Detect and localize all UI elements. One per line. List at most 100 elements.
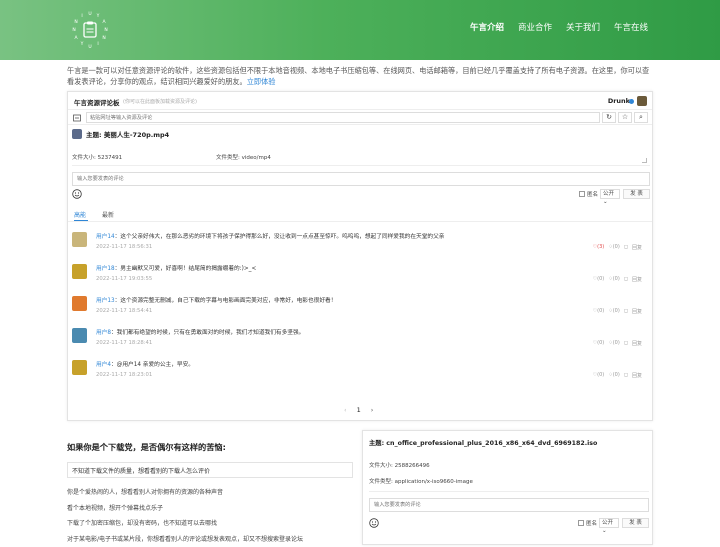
demo-resource-panel: 主题: cn_office_professional_plus_2016_x86… <box>362 430 653 545</box>
comment-user[interactable]: 用户8 <box>96 330 111 336</box>
panel-header: 午言资源评论板 (你可以在此面板加载资源及评论) Drunk <box>68 92 652 110</box>
avatar[interactable] <box>72 360 87 375</box>
anonymous-toggle[interactable]: 匿名 <box>579 190 598 198</box>
svg-text:I: I <box>97 41 98 47</box>
like-count: (0) <box>597 340 604 346</box>
chevron-down-icon: ⌄ <box>603 199 608 205</box>
comment-text: 用户13：这个资源完整无删减，自己下载的字幕与电影画面完美对应，非常好，电影也很… <box>96 295 336 304</box>
resource-comment-panel: 午言资源评论板 (你可以在此面板加载资源及评论) Drunk ↻ ☆ ⌕ 主题:… <box>67 91 653 421</box>
like-count: (0) <box>597 372 604 378</box>
comment-text: 用户14：这个父亲好伟大，在那么恶劣的环境下将孩子保护得那么好，没让收到一点点甚… <box>96 231 445 240</box>
comment-text: 用户4：@用户14 亲爱的公主，早安。 <box>96 359 194 368</box>
comment-icon: ◻ <box>624 308 628 315</box>
comment-body: ：男主幽默又可爱，好喜啊！结尾简的揭露绷着的:)>_< <box>115 266 257 272</box>
like-button[interactable]: ♡(0) <box>593 276 605 283</box>
like-button[interactable]: ♡(0) <box>593 340 605 347</box>
pain-points-title: 如果你是个下载党，是否偶尔有这样的苦恼: <box>67 441 226 453</box>
reply-button[interactable]: 回复 <box>632 372 642 379</box>
submit-button[interactable]: 发 表 <box>622 518 649 528</box>
tab-hot[interactable]: 高能 <box>74 210 86 219</box>
resource-topic: 主题: 美丽人生-720p.mp4 <box>72 129 169 139</box>
visibility-value: 公开 <box>603 191 614 197</box>
next-page-button[interactable]: › <box>371 406 374 414</box>
dislike-button[interactable]: ♢(0) <box>608 372 620 379</box>
dislike-button[interactable]: ♢(0) <box>608 276 620 283</box>
dislike-button[interactable]: ♢(0) <box>608 244 620 251</box>
avatar[interactable] <box>637 96 647 106</box>
divider <box>369 491 649 492</box>
anonymous-label: 匿名 <box>587 190 598 198</box>
submit-button[interactable]: 发 表 <box>623 189 650 199</box>
nav-item-business[interactable]: 商业合作 <box>518 21 552 33</box>
svg-text:A: A <box>74 35 78 41</box>
reply-button[interactable]: 回复 <box>632 244 642 251</box>
current-page[interactable]: 1 <box>357 406 361 414</box>
comment-body: ：这个父亲好伟大，在那么恶劣的环境下将孩子保护得那么好，没让收到一点点甚至惊吓。… <box>115 234 445 240</box>
dislike-button[interactable]: ♢(0) <box>608 308 620 315</box>
dislike-button[interactable]: ♢(0) <box>608 340 620 347</box>
tab-latest[interactable]: 最新 <box>102 210 114 219</box>
comment-icon: ◻ <box>624 372 628 379</box>
avatar[interactable] <box>72 264 87 279</box>
anonymous-toggle[interactable]: 匿名 <box>578 519 597 527</box>
panel-subtitle: (你可以在此面板加载资源及评论) <box>123 98 197 105</box>
avatar[interactable] <box>72 296 87 311</box>
dislike-count: (0) <box>613 372 620 378</box>
like-button[interactable]: ♡(3) <box>593 244 605 251</box>
avatar[interactable] <box>72 328 87 343</box>
avatar[interactable] <box>72 232 87 247</box>
list-item: 用户13：这个资源完整无删减，自己下载的字幕与电影画面完美对应，非常好，电影也很… <box>68 290 652 322</box>
comment-actions: ♡(0) ♢(0) ◻ 回复 <box>593 340 642 347</box>
prev-page-button[interactable]: ‹ <box>344 406 347 414</box>
like-count: (0) <box>597 308 604 314</box>
username[interactable]: Drunk <box>608 97 630 105</box>
comment-icon: ◻ <box>624 340 628 347</box>
reply-button[interactable]: 回复 <box>632 276 642 283</box>
nav-item-about[interactable]: 关于我们 <box>566 21 600 33</box>
comment-body: ：这个资源完整无删减，自己下载的字幕与电影画面完美对应，非常好，电影也很好看！ <box>115 298 337 304</box>
like-button[interactable]: ♡(0) <box>593 372 605 379</box>
list-item: 你是个爱热闹的人，想看看别人对你拥有的资源的各种声音 <box>67 485 357 501</box>
favorite-button[interactable]: ☆ <box>618 112 632 123</box>
visibility-select[interactable]: 公开 ⌄ <box>600 189 620 199</box>
panel-title: 午言资源评论板 <box>74 97 120 107</box>
comment-user[interactable]: 用户18 <box>96 266 115 272</box>
svg-text:N: N <box>72 27 75 33</box>
niuyan-logo[interactable]: U Y A N N I U Y A N N I <box>70 10 110 50</box>
reply-button[interactable]: 回复 <box>632 340 642 347</box>
dislike-count: (0) <box>613 308 620 314</box>
resource-search-input[interactable] <box>86 112 600 123</box>
resize-handle[interactable] <box>642 158 647 163</box>
comment-user[interactable]: 用户4 <box>96 362 111 368</box>
refresh-button[interactable]: ↻ <box>602 112 616 123</box>
svg-text:Y: Y <box>96 13 100 19</box>
comment-input[interactable] <box>369 498 649 512</box>
search-button[interactable]: ⌕ <box>634 112 648 123</box>
try-now-link[interactable]: 立即体验 <box>247 77 276 86</box>
svg-text:N: N <box>74 19 77 25</box>
comment-user[interactable]: 用户14 <box>96 234 115 240</box>
svg-text:U: U <box>88 11 91 17</box>
list-item: 下载了个加密压缩包，却没有密码，也不知道可以去哪找 <box>67 516 357 532</box>
comment-tabs: 高能 最新 <box>68 206 652 222</box>
reply-button[interactable]: 回复 <box>632 308 642 315</box>
list-item: 对于某电影/电子书或某片段，你想看看别人的评论或想发表观点，却又不想搜索登录论坛 <box>67 532 357 547</box>
svg-text:Y: Y <box>80 41 84 47</box>
comment-user[interactable]: 用户13 <box>96 298 115 304</box>
svg-text:A: A <box>102 19 106 25</box>
header-banner: U Y A N N I U Y A N N I 午言介绍 商业合作 关于我们 午… <box>0 0 720 60</box>
emoji-icon[interactable] <box>369 518 379 528</box>
like-button[interactable]: ♡(0) <box>593 308 605 315</box>
nav-item-intro[interactable]: 午言介绍 <box>470 21 504 33</box>
visibility-select[interactable]: 公开 ⌄ <box>599 518 619 528</box>
nav-item-online[interactable]: 午言在线 <box>614 21 648 33</box>
comment-input[interactable] <box>72 172 650 186</box>
anonymous-checkbox[interactable] <box>579 191 585 197</box>
dislike-count: (0) <box>613 276 620 282</box>
intro-paragraph: 午言是一款可以对任意资源评论的软件，这些资源包括但不限于本地音视频、本地电子书压… <box>67 65 653 87</box>
anonymous-checkbox[interactable] <box>578 520 584 526</box>
emoji-icon[interactable] <box>72 189 82 199</box>
topic-title: 主题: cn_office_professional_plus_2016_x86… <box>369 438 597 447</box>
top-nav: 午言介绍 商业合作 关于我们 午言在线 <box>470 21 648 33</box>
file-type: 文件类型: application/x-iso9660-image <box>369 477 473 485</box>
